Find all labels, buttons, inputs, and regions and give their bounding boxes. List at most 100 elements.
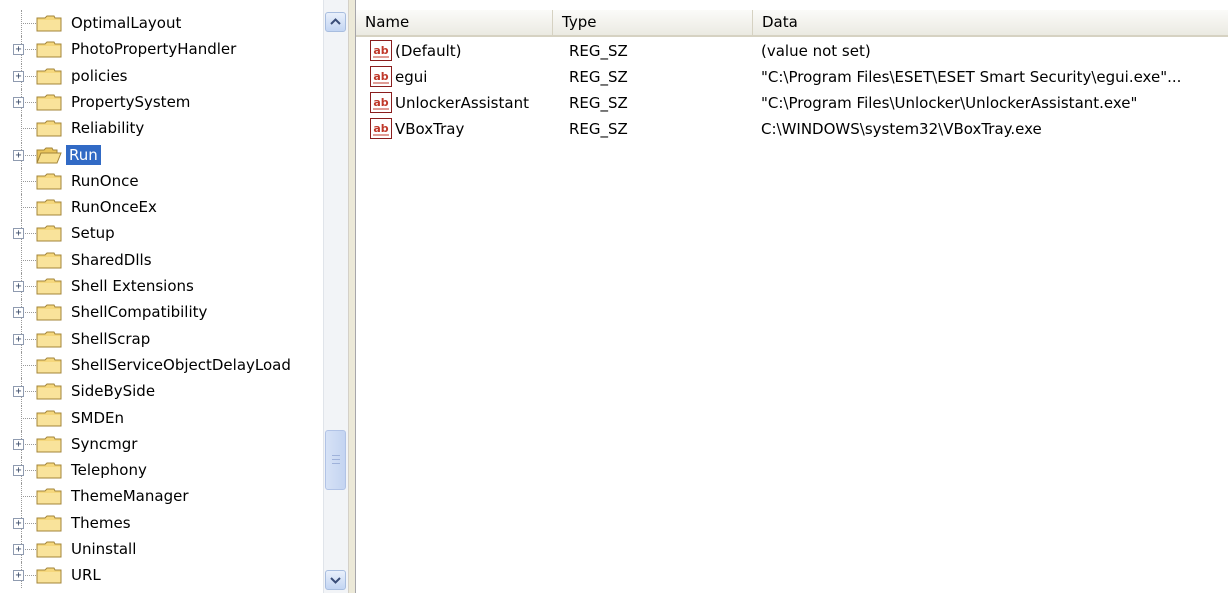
tree-item[interactable]: + SideBySide [0,378,322,405]
folder-icon [36,488,62,505]
value-name: VBoxTray [395,120,465,138]
tree-connector-line [21,128,36,130]
svg-text:ab: ab [373,70,388,83]
value-data: C:\WINDOWS\system32\VBoxTray.exe [761,120,1042,138]
expand-plus-icon[interactable]: + [13,228,24,240]
value-type: REG_SZ [569,94,628,112]
tree-item-label[interactable]: Shell Extensions [68,276,197,296]
tree-item[interactable]: + Run [0,141,322,168]
tree-item[interactable]: SharedDlls [0,246,322,273]
expand-plus-icon[interactable]: + [13,307,24,319]
expand-plus-icon[interactable]: + [13,333,24,345]
list-item[interactable]: ab VBoxTray REG_SZ C:\WINDOWS\system32\VBox… [356,116,1228,142]
scroll-down-button[interactable] [325,570,346,590]
expand-plus-icon[interactable]: + [13,544,24,555]
tree-item-label[interactable]: Telephony [68,460,150,480]
value-type: REG_SZ [569,68,628,86]
list-item[interactable]: ab (Default) REG_SZ (value not set) [356,38,1228,64]
value-name: (Default) [395,42,462,60]
expand-plus-icon[interactable]: + [13,44,24,56]
expand-plus-icon[interactable]: + [13,570,24,582]
folder-icon [36,331,62,348]
tree-item-label[interactable]: RunOnceEx [68,197,160,217]
folder-icon [36,225,62,242]
tree-item-label[interactable]: Syncmgr [68,434,140,454]
tree-connector-line [21,496,36,498]
folder-icon [36,462,62,479]
tree-item-label[interactable]: RunOnce [68,171,142,191]
pane-splitter[interactable] [348,0,356,593]
tree-item[interactable]: RunOnce [0,167,322,194]
tree-item-label[interactable]: SideBySide [68,381,158,401]
tree-item[interactable]: + PropertySystem [0,88,322,115]
tree-item[interactable]: ThemeManager [0,483,322,510]
expand-plus-icon[interactable]: + [13,386,24,398]
tree-connector-line [21,259,36,261]
tree-item-label[interactable]: ShellServiceObjectDelayLoad [68,355,294,375]
tree-item[interactable]: + URL [0,562,322,589]
tree-item-label[interactable]: Themes [68,513,134,533]
tree-scrollbar[interactable] [323,0,348,593]
tree-item-label[interactable]: policies [68,66,131,86]
tree-item[interactable]: Reliability [0,115,322,142]
tree-item[interactable]: ShellServiceObjectDelayLoad [0,351,322,378]
tree-item[interactable]: + Setup [0,220,322,247]
tree-item-label[interactable]: Setup [68,223,118,243]
expand-plus-icon[interactable]: + [13,465,24,477]
folder-icon [36,541,62,558]
list-header: Name Type Data [356,10,1228,37]
tree-item[interactable]: + Shell Extensions [0,273,322,299]
tree-item-label[interactable]: ShellScrap [68,329,153,349]
column-header-data[interactable]: Data [753,10,1228,35]
column-header-name[interactable]: Name [356,10,553,35]
value-name: egui [395,68,428,86]
expand-plus-icon[interactable]: + [13,149,24,161]
list-item[interactable]: ab UnlockerAssistant REG_SZ "C:\Program Fil… [356,90,1228,116]
tree-item[interactable]: + ShellScrap [0,325,322,352]
folder-icon [36,94,62,111]
tree-item-label[interactable]: OptimalLayout [68,13,184,33]
folder-icon [36,567,62,584]
tree-item-label[interactable]: ShellCompatibility [68,302,210,322]
tree-item[interactable]: + Uninstall [0,536,322,562]
scroll-up-button[interactable] [325,12,346,32]
tree-item[interactable]: OptimalLayout [0,10,322,36]
tree-item[interactable]: + policies [0,62,322,89]
registry-key-tree[interactable]: OptimalLayout + PhotoPropertyHandler + polic… [0,0,322,593]
list-item[interactable]: ab egui REG_SZ "C:\Program Files\ESET\ESET … [356,64,1228,90]
tree-item[interactable]: + PhotoPropertyHandler [0,36,322,63]
folder-icon [36,252,62,269]
tree-item-label[interactable]: SMDEn [68,408,127,428]
tree-item[interactable]: RunOnceEx [0,194,322,221]
string-value-icon: ab [370,118,392,139]
tree-item[interactable]: + Telephony [0,457,322,484]
tree-item-label[interactable]: SharedDlls [68,250,155,270]
expand-plus-icon[interactable]: + [13,281,24,292]
tree-item-label[interactable]: PropertySystem [68,92,193,112]
tree-item[interactable]: + Themes [0,509,322,536]
tree-item[interactable]: + Syncmgr [0,430,322,457]
registry-values-list[interactable]: Name Type Data ab (Default) REG_SZ (value n… [356,0,1228,593]
tree-item[interactable]: SMDEn [0,404,322,431]
value-data: "C:\Program Files\ESET\ESET Smart Securi… [761,68,1182,86]
tree-connector-line [21,417,36,419]
expand-plus-icon[interactable]: + [13,517,24,529]
tree-item-label[interactable]: Reliability [68,118,147,138]
tree-connector-line [21,23,36,24]
column-header-type[interactable]: Type [553,10,753,35]
tree-item-label[interactable]: Uninstall [68,539,139,559]
value-name: UnlockerAssistant [395,94,529,112]
tree-item-label[interactable]: Run [66,144,101,165]
string-value-icon: ab [370,66,392,87]
tree-item[interactable]: + ShellCompatibility [0,299,322,326]
scroll-thumb[interactable] [325,430,346,490]
tree-item-label[interactable]: URL [68,565,104,585]
expand-plus-icon[interactable]: + [13,96,24,108]
expand-plus-icon[interactable]: + [13,438,24,450]
tree-item-label[interactable]: PhotoPropertyHandler [68,39,239,59]
expand-plus-icon[interactable]: + [13,70,24,82]
value-type: REG_SZ [569,120,628,138]
folder-icon [36,357,62,374]
tree-item-label[interactable]: ThemeManager [68,486,192,506]
svg-text:ab: ab [373,96,388,109]
